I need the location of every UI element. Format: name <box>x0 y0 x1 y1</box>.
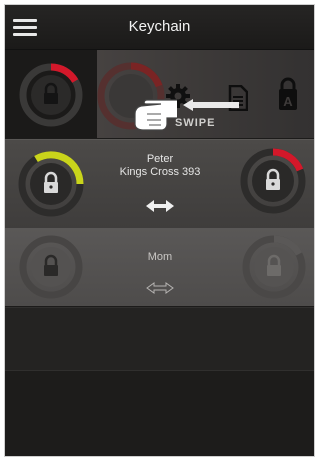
double-arrow-icon <box>146 200 174 212</box>
page-title: Keychain <box>128 18 191 35</box>
double-arrow-outline-icon <box>146 282 174 294</box>
lock-gauge-red <box>19 63 83 127</box>
key-row-swiped[interactable]: A SWIPE <box>5 50 314 138</box>
empty-row <box>5 307 314 370</box>
svg-text:A: A <box>283 94 293 109</box>
key-name: Mom <box>147 251 173 263</box>
key-name: Peter <box>146 153 174 165</box>
swiped-key-panel <box>5 50 97 138</box>
top-bar: Keychain <box>5 5 314 50</box>
key-row-peter[interactable]: Peter Kings Cross 393 <box>5 139 314 228</box>
swipe-hint-label: SWIPE <box>175 117 216 129</box>
swipe-actions: A SWIPE <box>97 50 314 138</box>
empty-row <box>5 370 314 456</box>
menu-icon[interactable] <box>13 17 41 39</box>
app-screen: Keychain A SWIPE Peter Kings Cross 393 M… <box>5 5 314 456</box>
key-location: Kings Cross 393 <box>119 166 201 178</box>
lock-gauge-yellow[interactable] <box>15 148 87 220</box>
lock-gauge-inactive[interactable] <box>16 232 86 302</box>
lock-gauge-inactive[interactable] <box>239 232 309 302</box>
key-row-mom[interactable]: Mom <box>5 228 314 306</box>
lock-gauge-red[interactable] <box>237 145 309 217</box>
hand-pointer-icon <box>134 99 177 131</box>
lock-a-icon[interactable]: A <box>277 76 299 112</box>
swipe-arrow-icon <box>183 99 239 111</box>
